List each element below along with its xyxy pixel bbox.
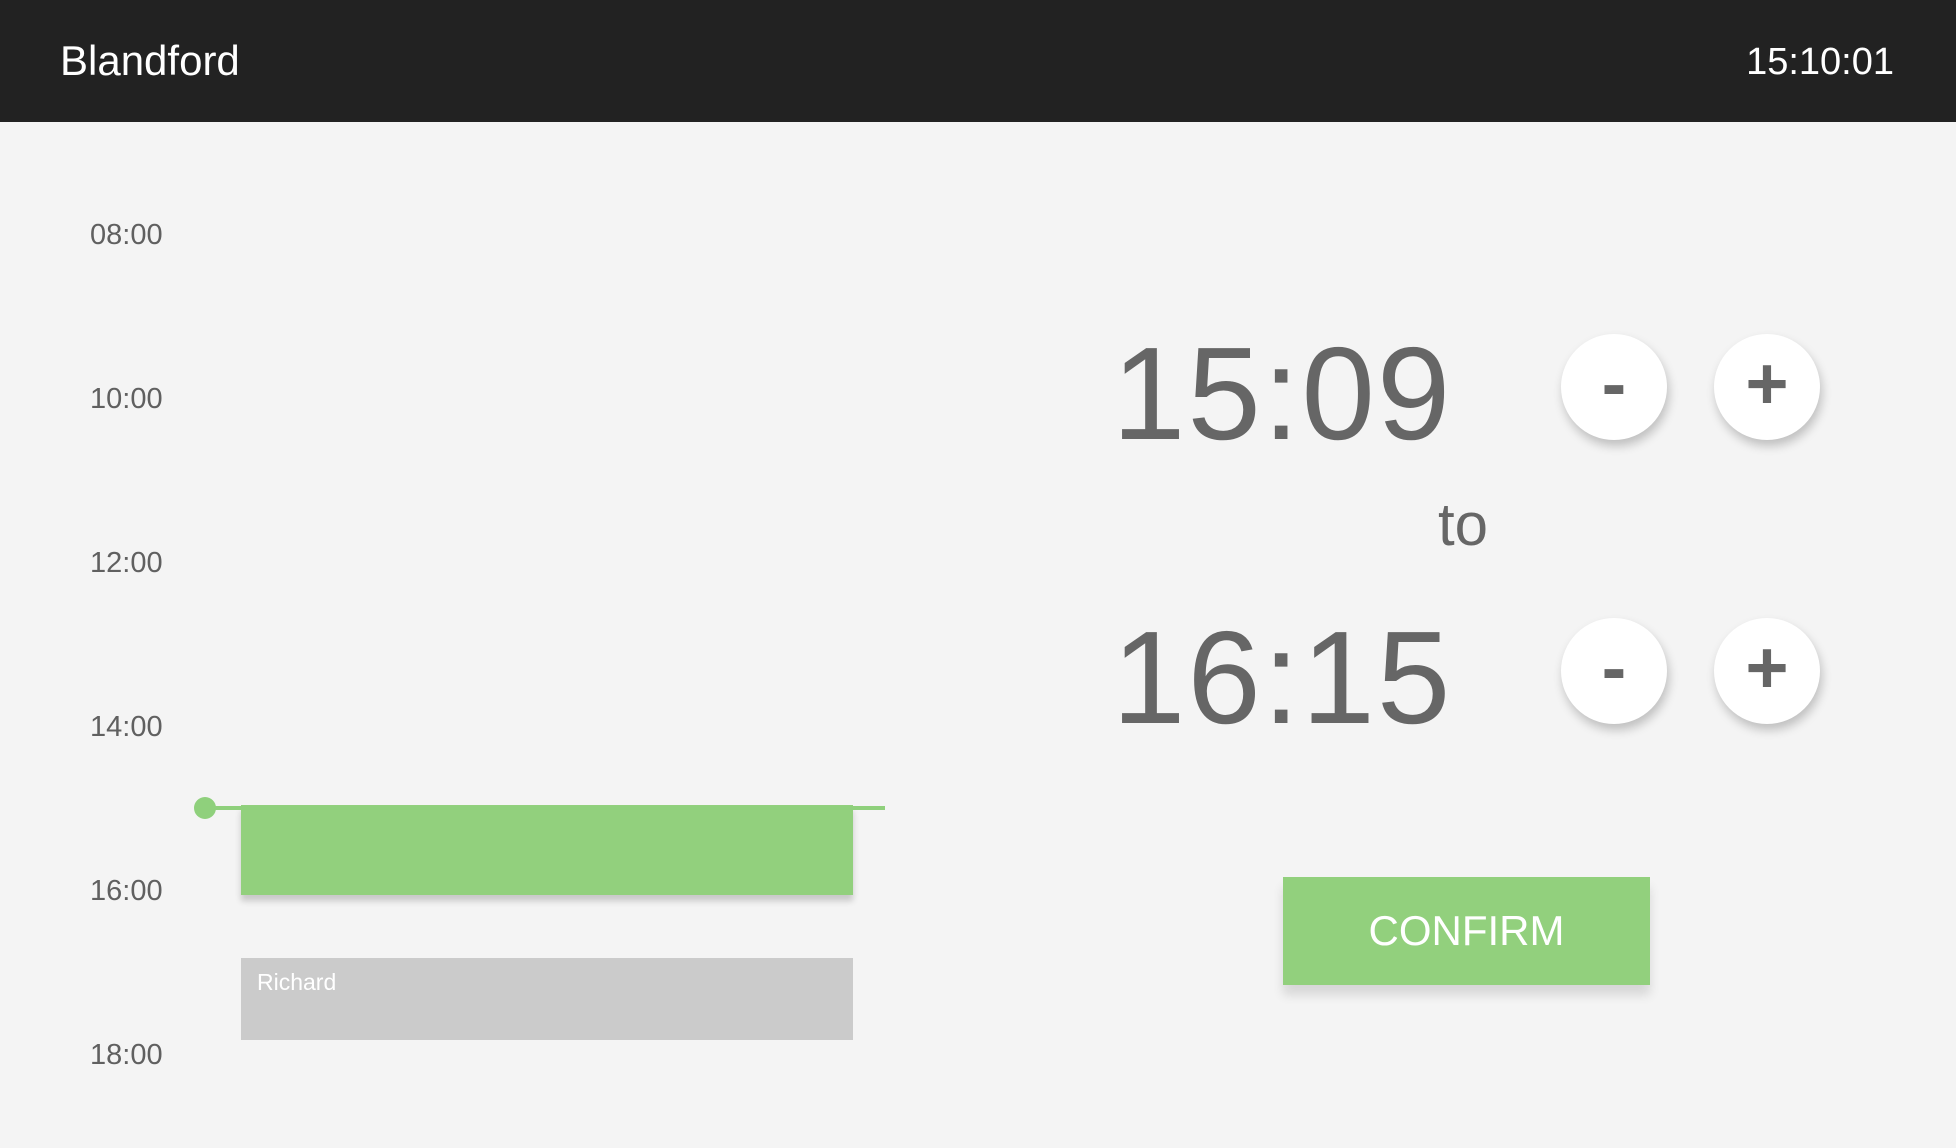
- hour-label-1800: 18:00: [90, 1039, 163, 1071]
- current-clock: 15:10:01: [1746, 41, 1894, 83]
- hour-label-1200: 12:00: [90, 547, 163, 579]
- hour-label-1600: 16:00: [90, 875, 163, 907]
- start-time-display: 15:09: [1112, 320, 1453, 467]
- start-time-increment-button[interactable]: +: [1714, 334, 1820, 440]
- end-time-increment-button[interactable]: +: [1714, 618, 1820, 724]
- current-time-dot: [194, 797, 216, 819]
- new-booking-block[interactable]: [241, 805, 853, 895]
- hour-label-0800: 08:00: [90, 219, 163, 251]
- hour-label-1400: 14:00: [90, 711, 163, 743]
- existing-booking-block[interactable]: Richard: [241, 958, 853, 1040]
- time-range-separator: to: [1438, 491, 1489, 558]
- hour-label-1000: 10:00: [90, 383, 163, 415]
- booking-screen: 08:00 10:00 12:00 14:00 16:00 18:00 Rich…: [0, 122, 1956, 1148]
- start-time-decrement-button[interactable]: -: [1561, 334, 1667, 440]
- top-bar: Blandford 15:10:01: [0, 0, 1956, 122]
- end-time-decrement-button[interactable]: -: [1561, 618, 1667, 724]
- confirm-button[interactable]: CONFIRM: [1283, 877, 1650, 985]
- current-time-line: [205, 806, 885, 810]
- room-name: Blandford: [60, 37, 240, 84]
- booking-owner-name: Richard: [257, 969, 337, 995]
- end-time-display: 16:15: [1112, 604, 1453, 751]
